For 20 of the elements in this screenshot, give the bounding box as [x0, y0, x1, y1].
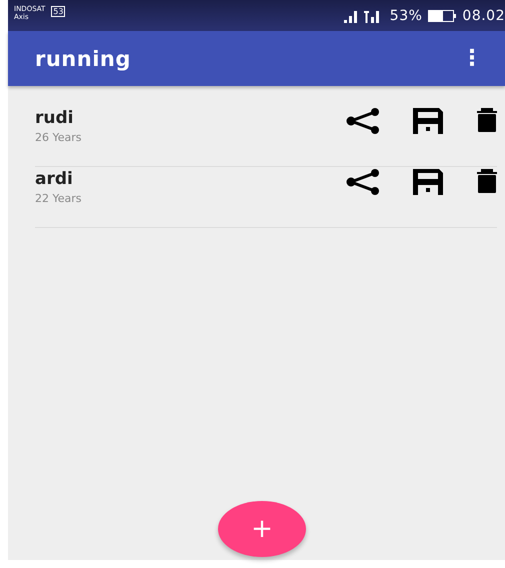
person-age: 26 Years [35, 131, 83, 144]
overflow-menu-button[interactable]: ⋮ [457, 46, 487, 71]
share-icon [345, 108, 379, 134]
clock: 08.02 [462, 8, 505, 24]
delete-button[interactable] [477, 108, 497, 132]
share-button[interactable] [345, 108, 379, 134]
save-button[interactable] [413, 108, 443, 134]
person-name: rudi [35, 108, 74, 128]
person-name: ardi [35, 169, 74, 189]
save-button[interactable] [413, 169, 443, 195]
share-icon [345, 169, 379, 195]
delete-button[interactable] [477, 169, 497, 193]
trash-icon [477, 108, 497, 132]
battery-icon [428, 10, 456, 22]
battery-percent: 53% [390, 8, 422, 24]
share-button[interactable] [345, 169, 379, 195]
app-title: running [35, 46, 132, 70]
sim-badge: 53 [51, 6, 66, 17]
trash-icon [477, 169, 497, 193]
person-age: 22 Years [35, 192, 83, 205]
